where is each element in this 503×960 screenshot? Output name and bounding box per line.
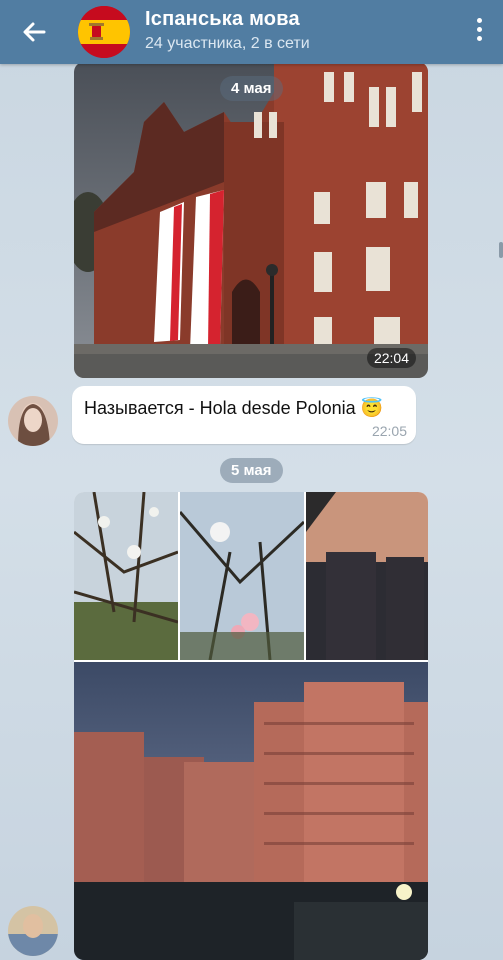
album-photo-2[interactable]	[180, 492, 304, 660]
chat-avatar[interactable]	[78, 6, 130, 58]
album-photo-3[interactable]	[306, 492, 428, 660]
date-separator: 4 мая	[220, 76, 283, 101]
more-vertical-icon[interactable]	[475, 18, 483, 46]
message-text: Называется - Hola desde Polonia 😇	[84, 398, 384, 418]
scrollbar[interactable]	[499, 242, 503, 258]
date-separator: 5 мая	[220, 458, 283, 483]
chat-subtitle: 24 участника, 2 в сети	[145, 35, 310, 52]
sender-avatar[interactable]	[8, 396, 58, 446]
sender-avatar[interactable]	[8, 906, 58, 956]
arrow-left-icon[interactable]	[18, 16, 50, 48]
photo-building	[74, 62, 428, 378]
text-message[interactable]: Называется - Hola desde Polonia 😇 22:05	[72, 386, 416, 444]
message-timestamp: 22:05	[371, 423, 407, 439]
chat-title[interactable]: Іспанська мова	[145, 8, 300, 31]
photo-message[interactable]: 22:04	[74, 62, 428, 378]
photo-album[interactable]	[74, 492, 428, 960]
album-photo-1[interactable]	[74, 492, 178, 660]
album-photo-4[interactable]	[74, 662, 428, 960]
chat-header: Іспанська мова 24 участника, 2 в сети	[0, 0, 503, 64]
photo-timestamp: 22:04	[366, 348, 416, 368]
